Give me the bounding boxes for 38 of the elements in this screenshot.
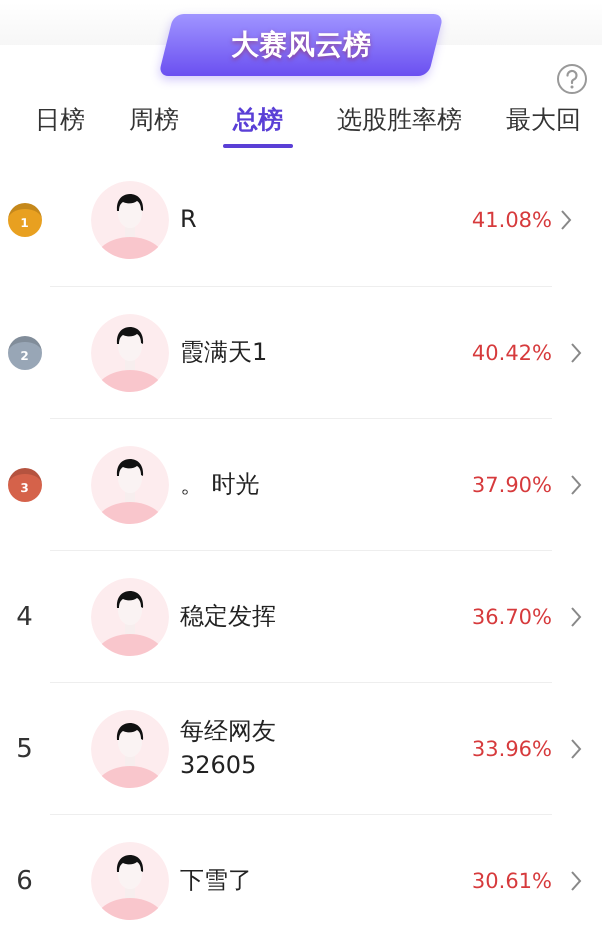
chevron-right-icon[interactable]	[570, 870, 582, 892]
user-name[interactable]: 下雪了	[180, 864, 310, 898]
user-name[interactable]: 每经网友32605	[180, 714, 310, 782]
win-rate: 36.70%	[472, 604, 552, 628]
win-rate: 37.90%	[472, 472, 552, 496]
win-rate: 33.96%	[472, 736, 552, 760]
tab[interactable]: 总榜	[233, 103, 283, 136]
chevron-right-icon[interactable]	[570, 738, 582, 760]
user-name[interactable]: 霞满天1	[180, 336, 310, 370]
rank-number: 6	[16, 866, 33, 896]
tab[interactable]: 最大回	[506, 103, 581, 136]
rank-number: 5	[16, 734, 33, 764]
user-name[interactable]: 。 时光	[180, 468, 310, 502]
avatar-icon[interactable]	[91, 446, 169, 524]
tab[interactable]: 日榜	[35, 103, 85, 136]
medal-icon: 3	[8, 468, 42, 502]
win-rate: 41.08%	[472, 208, 552, 232]
tab[interactable]: 选股胜率榜	[337, 103, 462, 136]
title-text: 大赛风云榜	[231, 27, 371, 63]
medal-icon: 1	[8, 203, 42, 237]
chevron-right-icon[interactable]	[570, 606, 582, 628]
user-name[interactable]: 稳定发挥	[180, 600, 310, 634]
help-icon[interactable]	[556, 63, 588, 95]
chevron-right-icon[interactable]	[560, 209, 572, 231]
avatar-icon[interactable]	[91, 710, 169, 788]
chevron-right-icon[interactable]	[570, 474, 582, 496]
avatar-icon[interactable]	[91, 842, 169, 920]
avatar-icon[interactable]	[91, 181, 169, 259]
win-rate: 40.42%	[472, 340, 552, 364]
medal-icon: 2	[8, 336, 42, 370]
tab[interactable]: 周榜	[129, 103, 179, 136]
rank-number: 4	[16, 602, 33, 632]
user-name[interactable]: R	[180, 203, 310, 237]
avatar-icon[interactable]	[91, 314, 169, 392]
tab-underline	[223, 144, 293, 148]
chevron-right-icon[interactable]	[570, 342, 582, 364]
win-rate: 30.61%	[472, 868, 552, 892]
avatar-icon[interactable]	[91, 578, 169, 656]
